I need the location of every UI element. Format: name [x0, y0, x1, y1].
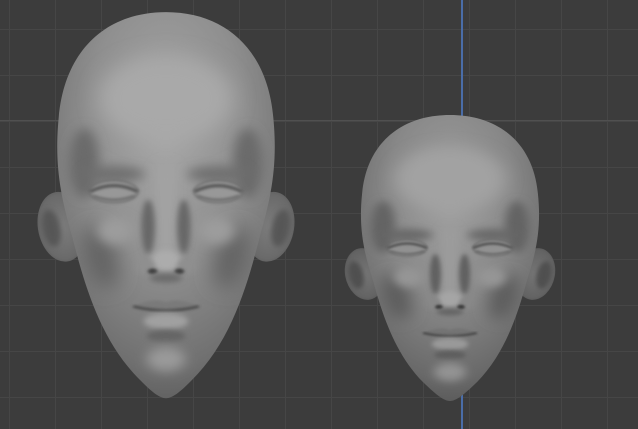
head-model-right[interactable]: [341, 115, 559, 401]
viewport-canvas[interactable]: [0, 0, 638, 429]
viewport-3d[interactable]: [0, 0, 638, 429]
head-model-left[interactable]: [33, 12, 300, 398]
